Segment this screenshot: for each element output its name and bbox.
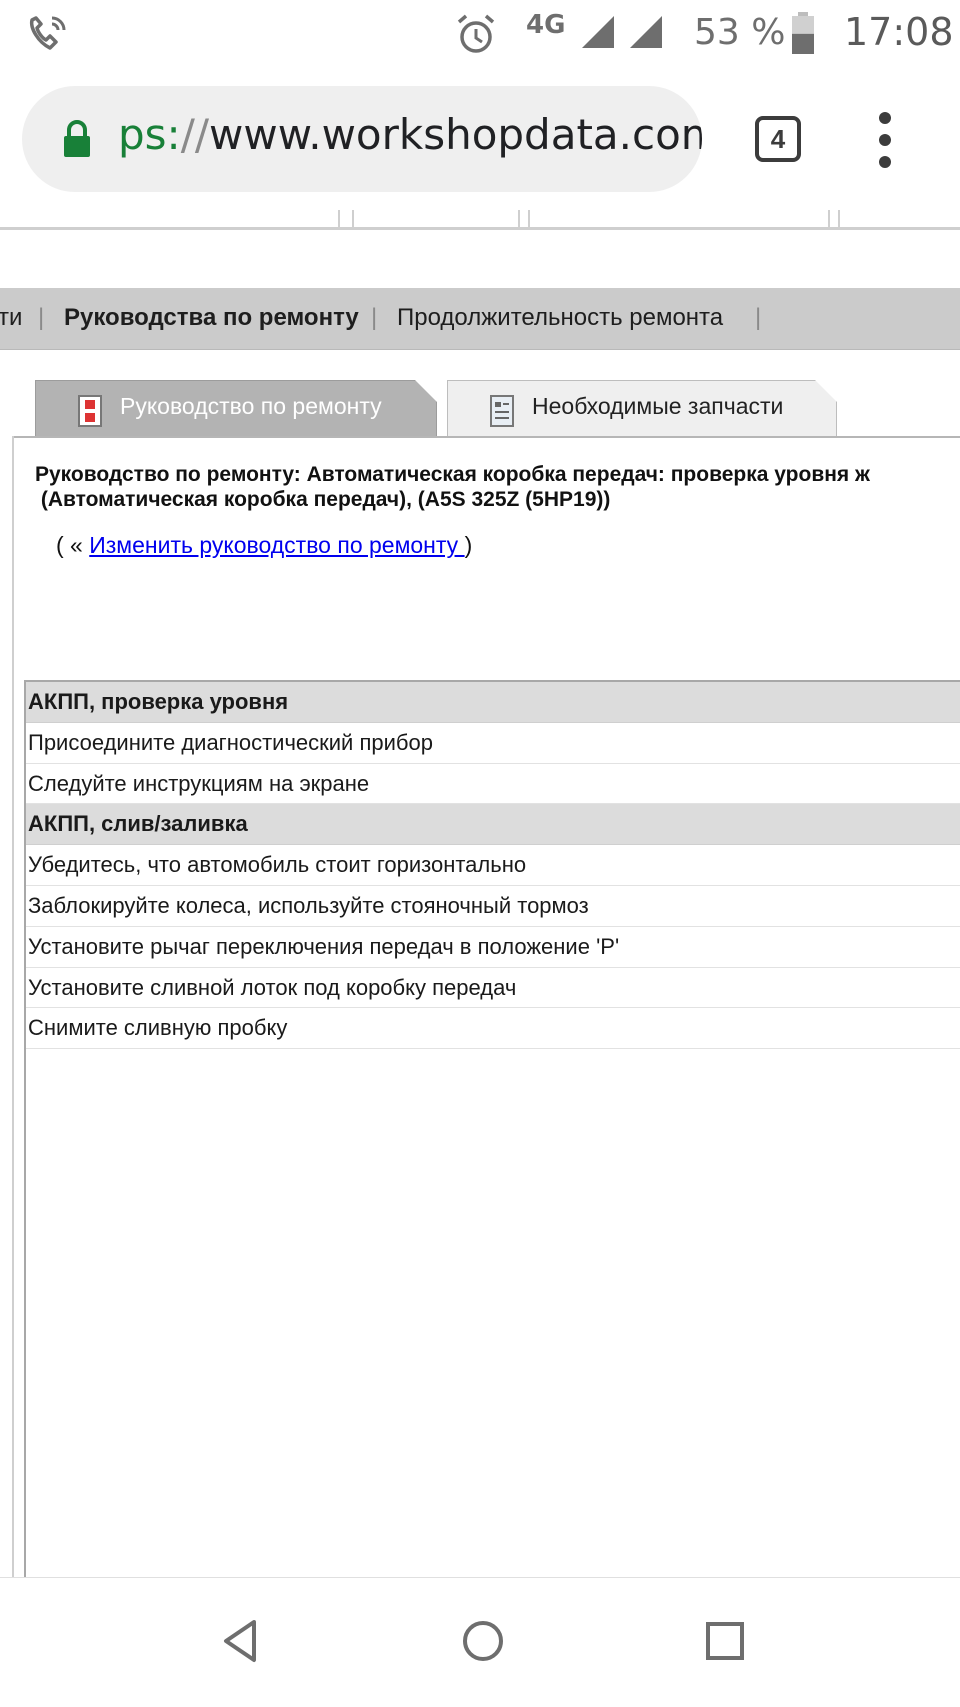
tab-corner bbox=[815, 380, 837, 402]
step-group-header: АКПП, слив/заливка bbox=[26, 804, 960, 846]
nav-item-prev[interactable]: ти bbox=[0, 304, 22, 332]
phone-call-icon bbox=[29, 16, 66, 50]
nav-item-repair-manuals[interactable]: Руководства по ремонту bbox=[64, 304, 359, 332]
back-icon[interactable] bbox=[216, 1616, 266, 1666]
home-icon[interactable] bbox=[458, 1616, 508, 1666]
alarm-icon bbox=[457, 14, 495, 53]
content-border bbox=[12, 436, 14, 1577]
change-manual-line: ( « Изменить руководство по ремонту ) bbox=[56, 532, 472, 559]
parts-list-icon bbox=[490, 395, 514, 427]
change-prefix: ( « bbox=[56, 532, 83, 558]
signal-icon bbox=[630, 16, 662, 48]
url-scheme: ps: bbox=[118, 110, 181, 159]
nav-separator: | bbox=[371, 304, 378, 331]
tab-required-parts[interactable]: Необходимые запчасти bbox=[447, 380, 837, 438]
url-text[interactable]: ps://www.workshopdata.com bbox=[118, 110, 702, 159]
battery-percent: 53 % bbox=[694, 12, 786, 53]
manual-icon bbox=[78, 395, 102, 427]
nav-item-repair-duration[interactable]: Продолжительность ремонта bbox=[397, 304, 723, 332]
manual-title: Руководство по ремонту: Автоматическая к… bbox=[35, 462, 960, 512]
step-group-header: АКПП, проверка уровня bbox=[26, 682, 960, 723]
tab-switcher-button[interactable]: 4 bbox=[755, 116, 801, 162]
change-manual-link[interactable]: Изменить руководство по ремонту bbox=[89, 532, 464, 558]
signal-icon bbox=[582, 16, 614, 48]
step-row: Присоедините диагностический прибор bbox=[26, 723, 960, 764]
nav-separator: | bbox=[38, 304, 45, 331]
step-row: Снимите сливную пробку bbox=[26, 1008, 960, 1050]
tab-baseline bbox=[12, 436, 960, 438]
step-row: Заблокируйте колеса, используйте стояноч… bbox=[26, 886, 960, 927]
url-host: www.workshopdata.com bbox=[209, 110, 702, 159]
manual-title-line2: (Автоматическая коробка передач), (A5S 3… bbox=[35, 488, 611, 511]
recents-icon[interactable] bbox=[700, 1616, 750, 1666]
step-row: Следуйте инструкциям на экране bbox=[26, 764, 960, 805]
overflow-menu-icon[interactable] bbox=[870, 112, 900, 168]
lock-icon bbox=[64, 120, 90, 157]
section-nav: ти | Руководства по ремонту | Продолжите… bbox=[0, 288, 960, 350]
top-frame-strip bbox=[0, 210, 960, 230]
address-bar[interactable]: ps://www.workshopdata.com bbox=[22, 86, 702, 192]
manual-title-line1: Руководство по ремонту: Автоматическая к… bbox=[35, 463, 870, 486]
change-suffix: ) bbox=[464, 532, 473, 558]
step-row: Установите рычаг переключения передач в … bbox=[26, 927, 960, 968]
tab-corner bbox=[415, 380, 437, 402]
nav-separator: | bbox=[755, 304, 762, 331]
step-row: Установите сливной лоток под коробку пер… bbox=[26, 968, 960, 1009]
web-page: ти | Руководства по ремонту | Продолжите… bbox=[0, 210, 960, 1577]
status-bar: 4G 53 % 17:08 bbox=[0, 0, 960, 68]
url-separator: // bbox=[180, 110, 210, 159]
battery-icon bbox=[792, 12, 814, 54]
procedure-steps: АКПП, проверка уровня Присоедините диагн… bbox=[24, 680, 960, 1577]
tab-label: Необходимые запчасти bbox=[532, 393, 784, 419]
browser-toolbar: ps://www.workshopdata.com 4 bbox=[0, 68, 960, 210]
system-nav-bar bbox=[0, 1577, 960, 1707]
tab-label: Руководство по ремонту bbox=[120, 393, 382, 419]
clock: 17:08 bbox=[844, 10, 954, 54]
step-row: Убедитесь, что автомобиль стоит горизонт… bbox=[26, 845, 960, 886]
tab-repair-manual[interactable]: Руководство по ремонту bbox=[35, 380, 437, 438]
network-type: 4G bbox=[526, 10, 566, 40]
